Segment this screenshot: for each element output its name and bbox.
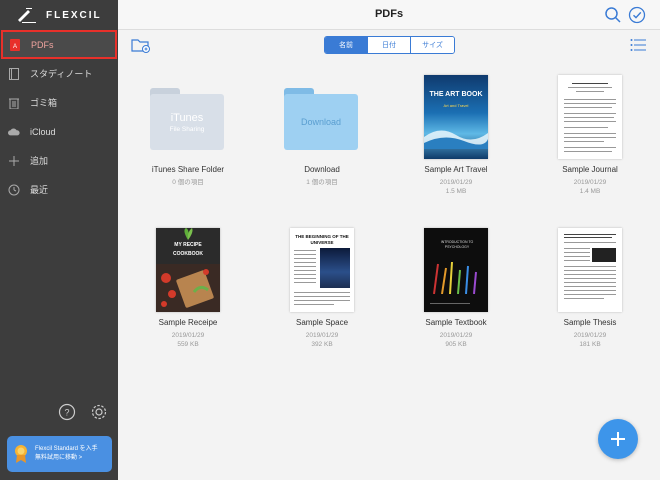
pdf-icon: A [9,38,21,51]
folder-icon: iTunes File Sharing [150,88,224,150]
pdf-item-art-travel[interactable]: THE ART BOOK Art and Travel Sample Art T… [386,60,526,196]
sidebar-item-label: PDFs [31,39,54,50]
gear-icon[interactable] [90,403,108,421]
file-date: 2019/01/29 [573,332,607,339]
file-size: 1.4 MB [579,188,601,195]
sidebar-item-label: 追加 [30,156,49,166]
cover-subtitle: COOKBOOK [173,251,203,257]
file-name: Sample Art Travel [424,165,488,174]
sidebar-item-add[interactable]: 追加 [0,146,118,175]
toolbar: 名前 日付 サイズ [118,31,660,59]
new-folder-icon[interactable] [131,37,151,53]
select-check-icon[interactable] [628,6,646,24]
folder-icon: Download [284,88,358,150]
file-name: Sample Textbook [425,318,487,327]
folder-label: iTunes [170,111,204,124]
pdf-item-receipe[interactable]: MY RECIPE COOKBOOK Sample Receipe 2019/0… [118,213,258,349]
file-name: Sample Thesis [563,318,617,327]
file-meta: 2019/01/29 905 KB [386,331,526,349]
cover-subtitle: Art and Travel [443,103,469,108]
file-date: 2019/01/29 [171,332,205,339]
svg-text:A: A [13,44,17,50]
file-name: Sample Space [295,318,349,327]
sort-by-size-button[interactable]: サイズ [411,37,454,53]
folder-label: Download [300,117,342,127]
help-icon[interactable]: ? [58,403,76,421]
notebook-icon [8,67,20,80]
pdf-item-thesis[interactable]: Sample Thesis 2019/01/29 181 KB [520,213,660,349]
sidebar: FLEXCIL A PDFs スタディノート ゴミ箱 iCloud 追加 最近 … [0,0,118,480]
pdf-thumbnail [558,228,622,312]
app-logo: FLEXCIL [0,0,118,30]
file-meta: 2019/01/29 1.5 MB [386,178,526,196]
pdf-item-journal[interactable]: Sample Journal 2019/01/29 1.4 MB [520,60,660,196]
plus-icon [611,432,625,446]
file-meta: 2019/01/29 181 KB [520,331,660,349]
pdf-item-textbook[interactable]: INTRODUCTION TO PSYCHOLOGY Sample Textbo… [386,213,526,349]
sidebar-item-pdfs[interactable]: A PDFs [1,30,117,59]
pdf-thumbnail: INTRODUCTION TO PSYCHOLOGY [424,228,488,312]
promo-line-1: Flexcil Standard を入手 [35,446,98,452]
plus-icon [8,155,20,167]
file-size: 559 KB [177,341,199,348]
top-bar: PDFs [118,0,660,30]
file-meta: 2019/01/29 559 KB [118,331,258,349]
pdf-thumbnail: THE ART BOOK Art and Travel [424,75,488,159]
file-name: Sample Receipe [158,318,218,327]
search-icon[interactable] [604,6,622,24]
trash-icon [8,97,20,109]
clock-icon [8,184,20,196]
cloud-icon [8,126,20,138]
file-size: 181 KB [579,341,601,348]
sort-by-date-button[interactable]: 日付 [368,37,411,53]
pdf-item-space[interactable]: THE BEGINNING OF THE UNIVERSE Sample Spa… [252,213,392,349]
file-size: 392 KB [311,341,333,348]
folder-item-download[interactable]: Download Download 1 個の項目 [252,70,392,187]
sort-by-name-button[interactable]: 名前 [325,37,368,53]
file-date: 2019/01/29 [439,179,473,186]
folder-item-itunes[interactable]: iTunes File Sharing iTunes Share Folder … [118,70,258,187]
file-meta: 2019/01/29 392 KB [252,331,392,349]
flexcil-logo-icon [18,8,36,23]
pdf-thumbnail: MY RECIPE COOKBOOK [156,228,220,312]
add-document-button[interactable] [598,419,638,459]
file-name: Download [304,165,340,174]
cover-title: INTRODUCTION TO PSYCHOLOGY [440,240,474,249]
logo-text: FLEXCIL [46,9,102,21]
file-name: Sample Journal [562,165,618,174]
sidebar-item-recent[interactable]: 最近 [0,175,118,204]
page-title: PDFs [374,8,404,20]
list-view-icon[interactable] [630,38,646,52]
sidebar-item-label: 最近 [30,185,49,195]
file-date: 2019/01/29 [439,332,473,339]
award-badge-icon [15,445,27,463]
file-size: 905 KB [445,341,467,348]
file-date: 2019/01/29 [573,179,607,186]
sort-segmented-control: 名前 日付 サイズ [324,36,455,54]
cover-title: THE BEGINNING OF THE UNIVERSE [295,234,349,245]
file-meta: 0 個の項目 [172,179,204,186]
svg-text:?: ? [64,408,69,418]
sidebar-item-label: iCloud [30,126,56,137]
folder-sublabel: File Sharing [169,125,205,133]
file-meta: 1 個の項目 [306,179,338,186]
sidebar-item-icloud[interactable]: iCloud [0,117,118,146]
sidebar-item-label: スタディノート [30,69,93,79]
pdf-thumbnail: THE BEGINNING OF THE UNIVERSE [290,228,354,312]
promo-line-2: 無料試用に移動 > [35,455,83,461]
cover-title: MY RECIPE [174,242,202,248]
file-meta: 2019/01/29 1.4 MB [520,178,660,196]
sidebar-item-label: ゴミ箱 [30,98,58,108]
cover-title: THE ART BOOK [429,91,483,98]
file-date: 2019/01/29 [305,332,339,339]
upgrade-promo-banner[interactable]: Flexcil Standard を入手 無料試用に移動 > [7,436,112,472]
file-name: iTunes Share Folder [151,165,225,174]
pdf-thumbnail [558,75,622,159]
sidebar-item-study-notes[interactable]: スタディノート [0,59,118,88]
sidebar-item-trash[interactable]: ゴミ箱 [0,88,118,117]
file-size: 1.5 MB [445,188,467,195]
